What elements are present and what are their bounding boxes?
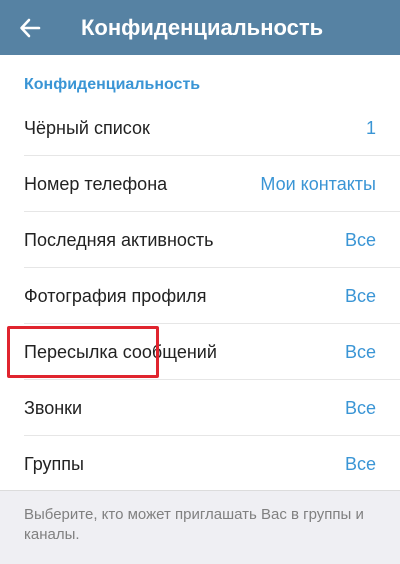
row-label: Последняя активность: [24, 229, 214, 250]
app-header: Конфиденциальность: [0, 0, 400, 55]
row-calls[interactable]: Звонки Все: [0, 380, 400, 436]
arrow-left-icon: [19, 17, 41, 39]
row-value: Мои контакты: [260, 173, 376, 194]
row-blacklist[interactable]: Чёрный список 1: [0, 100, 400, 156]
row-groups[interactable]: Группы Все: [0, 436, 400, 492]
section-title: Конфиденциальность: [24, 76, 201, 93]
row-value: Все: [344, 285, 376, 306]
footer-hint-text: Выберите, кто может приглашать Вас в гру…: [24, 506, 364, 543]
back-button[interactable]: [0, 0, 60, 55]
row-label: Пересылка сообщений: [24, 341, 217, 362]
row-label: Номер телефона: [24, 173, 168, 194]
row-label: Звонки: [24, 397, 83, 418]
row-phone-number[interactable]: Номер телефона Мои контакты: [0, 156, 400, 212]
row-label: Чёрный список: [24, 117, 150, 138]
row-last-seen[interactable]: Последняя активность Все: [0, 212, 400, 268]
settings-list: Конфиденциальность Чёрный список 1 Номер…: [0, 55, 400, 490]
row-profile-photo[interactable]: Фотография профиля Все: [0, 268, 400, 324]
row-value: Все: [344, 397, 376, 418]
row-label: Группы: [24, 453, 84, 474]
page-title: Конфиденциальность: [81, 14, 324, 40]
row-label: Фотография профиля: [24, 285, 207, 306]
row-value: Все: [344, 229, 376, 250]
row-forwarded-messages[interactable]: Пересылка сообщений Все: [0, 324, 400, 380]
row-value: Все: [344, 453, 376, 474]
row-value: Все: [344, 341, 376, 362]
footer-info: Выберите, кто может приглашать Вас в гру…: [0, 490, 400, 564]
row-value: 1: [365, 117, 376, 138]
